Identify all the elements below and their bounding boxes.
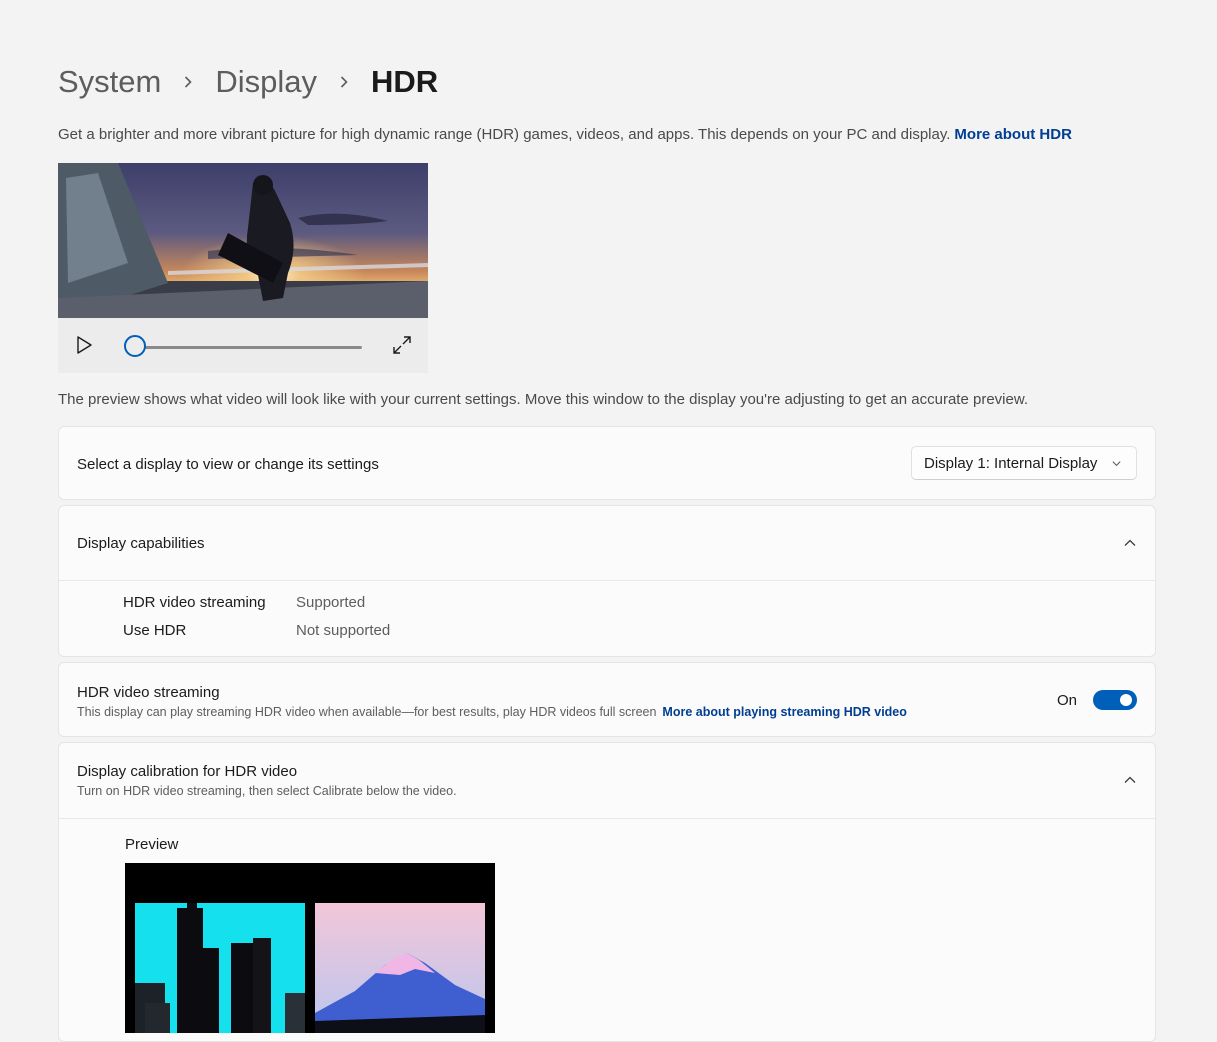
preview-note: The preview shows what video will look l… [58, 391, 1029, 408]
calibration-title: Display calibration for HDR video [77, 763, 298, 780]
capability-value: Supported [296, 594, 366, 611]
display-capabilities-title: Display capabilities [77, 535, 205, 552]
calibration-preview [125, 863, 495, 1033]
capability-value: Not supported [296, 622, 391, 639]
hdr-streaming-description: This display can play streaming HDR vide… [77, 705, 907, 719]
hdr-streaming-description-text: This display can play streaming HDR vide… [77, 705, 657, 719]
display-select-label: Select a display to view or change its s… [77, 456, 379, 473]
city-skyline-image [135, 903, 305, 1033]
video-player-controls [58, 318, 428, 373]
display-capabilities-card: Display capabilities HDR video streaming… [58, 505, 1156, 657]
play-icon[interactable] [72, 333, 96, 357]
calibration-preview-label: Preview [125, 836, 179, 853]
more-about-streaming-hdr-link[interactable]: More about playing streaming HDR video [662, 705, 906, 719]
video-progress-track[interactable] [137, 346, 362, 349]
intro-text: Get a brighter and more vibrant picture … [58, 126, 1072, 143]
chevron-down-icon [1112, 461, 1121, 467]
hdr-streaming-card: HDR video streaming This display can pla… [58, 662, 1156, 737]
page-title: HDR [371, 64, 439, 99]
calibration-header[interactable]: Display calibration for HDR video Turn o… [59, 743, 1155, 818]
hdr-streaming-title: HDR video streaming [77, 684, 220, 701]
capability-name: HDR video streaming [123, 594, 266, 611]
calibration-description: Turn on HDR video streaming, then select… [77, 784, 457, 798]
chevron-up-icon [1124, 539, 1136, 546]
display-select-dropdown[interactable]: Display 1: Internal Display [911, 446, 1137, 480]
chevron-up-icon [1124, 776, 1136, 783]
divider [59, 818, 1155, 819]
chevron-right-icon [181, 75, 195, 89]
breadcrumb: System Display HDR [58, 62, 438, 102]
video-progress-thumb[interactable] [124, 335, 146, 357]
capability-name: Use HDR [123, 622, 187, 639]
mountain-image [315, 903, 485, 1033]
display-select-value: Display 1: Internal Display [924, 454, 1098, 472]
display-select-card: Select a display to view or change its s… [58, 426, 1156, 500]
breadcrumb-display[interactable]: Display [215, 64, 317, 100]
hdr-video-preview [58, 163, 428, 318]
hdr-streaming-state: On [1056, 692, 1077, 709]
toggle-knob [1120, 694, 1132, 706]
display-capabilities-header[interactable]: Display capabilities [59, 506, 1155, 580]
intro-description: Get a brighter and more vibrant picture … [58, 126, 951, 143]
calibration-card: Display calibration for HDR video Turn o… [58, 742, 1156, 1042]
divider [59, 580, 1155, 581]
breadcrumb-system[interactable]: System [58, 64, 161, 100]
chevron-right-icon [337, 75, 351, 89]
more-about-hdr-link[interactable]: More about HDR [954, 126, 1072, 143]
hdr-streaming-toggle[interactable] [1093, 690, 1137, 710]
expand-icon[interactable] [391, 334, 413, 356]
